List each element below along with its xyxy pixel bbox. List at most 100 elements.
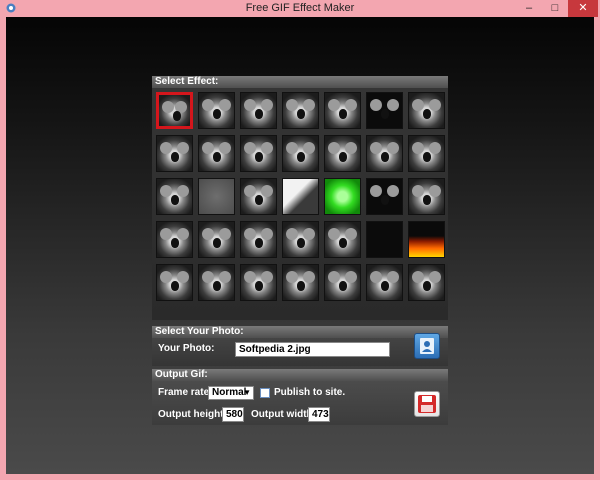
effect-thumb[interactable] [408,92,445,129]
effect-thumb[interactable] [324,264,361,301]
frame-rate-select[interactable]: Normal ▼ [208,386,254,400]
effect-thumb[interactable] [198,264,235,301]
effect-thumb[interactable] [366,221,403,258]
effect-thumb[interactable] [282,264,319,301]
effect-thumb[interactable] [156,221,193,258]
minimize-button[interactable]: – [516,0,542,17]
effect-thumb[interactable] [408,264,445,301]
effect-thumb[interactable] [366,264,403,301]
koala-nose [213,238,221,248]
koala-ear-l [244,99,256,111]
effect-thumb[interactable] [282,178,319,215]
koala-ear-r [429,99,441,111]
koala-nose [381,109,389,119]
koala-ear-l [202,271,214,283]
koala-ear-r [219,99,231,111]
floppy-save-icon [418,395,436,413]
effect-thumb[interactable] [324,92,361,129]
effect-thumb[interactable] [282,92,319,129]
koala-ear-l [286,142,298,154]
effect-thumb[interactable] [156,92,193,129]
koala-nose [255,238,263,248]
effect-thumb[interactable] [198,92,235,129]
effect-thumb[interactable] [366,135,403,172]
koala-ear-r [261,99,273,111]
koala-nose [297,281,305,291]
koala-ear-l [412,271,424,283]
koala-nose [171,238,179,248]
frame-rate-label: Frame rate: [158,387,213,398]
close-button[interactable]: ✕ [568,0,598,17]
chevron-down-icon: ▼ [243,388,251,397]
koala-ear-r [177,228,189,240]
effect-thumb[interactable] [240,92,277,129]
effect-thumb[interactable] [366,92,403,129]
effect-thumb[interactable] [240,135,277,172]
koala-ear-r [429,142,441,154]
koala-ear-l [202,99,214,111]
height-input[interactable]: 580 [222,407,244,422]
effect-thumb[interactable] [408,221,445,258]
width-input[interactable]: 473 [308,407,330,422]
effect-thumb[interactable] [282,135,319,172]
effect-thumb[interactable] [198,221,235,258]
koala-ear-l [328,99,340,111]
maximize-button[interactable]: □ [542,0,568,17]
effect-thumb[interactable] [366,178,403,215]
effect-thumb[interactable] [240,264,277,301]
koala-ear-l [370,99,382,111]
koala-ear-l [244,142,256,154]
effect-thumb[interactable] [324,178,361,215]
koala-nose [297,152,305,162]
select-photo-button[interactable] [414,333,440,359]
save-gif-button[interactable] [414,391,440,417]
effect-thumb[interactable] [408,135,445,172]
person-icon [420,338,434,354]
koala-ear-l [160,271,172,283]
gif-header: Output Gif: [152,369,448,381]
koala-nose [423,195,431,205]
window-title: Free GIF Effect Maker [245,2,355,14]
publish-label: Publish to site. [274,387,346,398]
koala-ear-l [370,185,382,197]
effect-thumb[interactable] [408,178,445,215]
effect-thumb[interactable] [240,178,277,215]
effect-thumb[interactable] [240,221,277,258]
koala-ear-l [412,99,424,111]
koala-ear-r [177,271,189,283]
effect-panel: Select Effect: [152,76,448,320]
koala-nose [381,152,389,162]
gif-panel: Output Gif: Frame rate: Normal ▼ Publish… [152,369,448,425]
koala-nose [381,281,389,291]
koala-ear-r [261,142,273,154]
effect-thumb[interactable] [156,264,193,301]
client-area: Select Effect: Select Your Photo: Your P… [6,17,594,474]
effect-thumb[interactable] [156,178,193,215]
effect-thumb[interactable] [282,221,319,258]
effect-thumb[interactable] [156,135,193,172]
koala-ear-l [160,142,172,154]
koala-ear-r [303,228,315,240]
koala-nose [171,281,179,291]
effect-thumb[interactable] [324,221,361,258]
koala-ear-r [387,185,399,197]
koala-ear-r [303,271,315,283]
effect-thumb[interactable] [324,135,361,172]
koala-ear-r [261,185,273,197]
koala-ear-r [345,271,357,283]
koala-ear-l [328,142,340,154]
koala-ear-l [412,142,424,154]
effect-thumb[interactable] [198,178,235,215]
koala-ear-r [429,271,441,283]
koala-ear-l [202,142,214,154]
photo-input[interactable]: Softpedia 2.jpg [235,342,390,357]
effect-thumb[interactable] [198,135,235,172]
koala-nose [213,152,221,162]
koala-nose [213,109,221,119]
publish-checkbox[interactable] [260,388,270,398]
koala-ear-l [370,142,382,154]
koala-ear-l [202,228,214,240]
koala-nose [297,238,305,248]
koala-ear-r [219,228,231,240]
koala-ear-l [286,271,298,283]
